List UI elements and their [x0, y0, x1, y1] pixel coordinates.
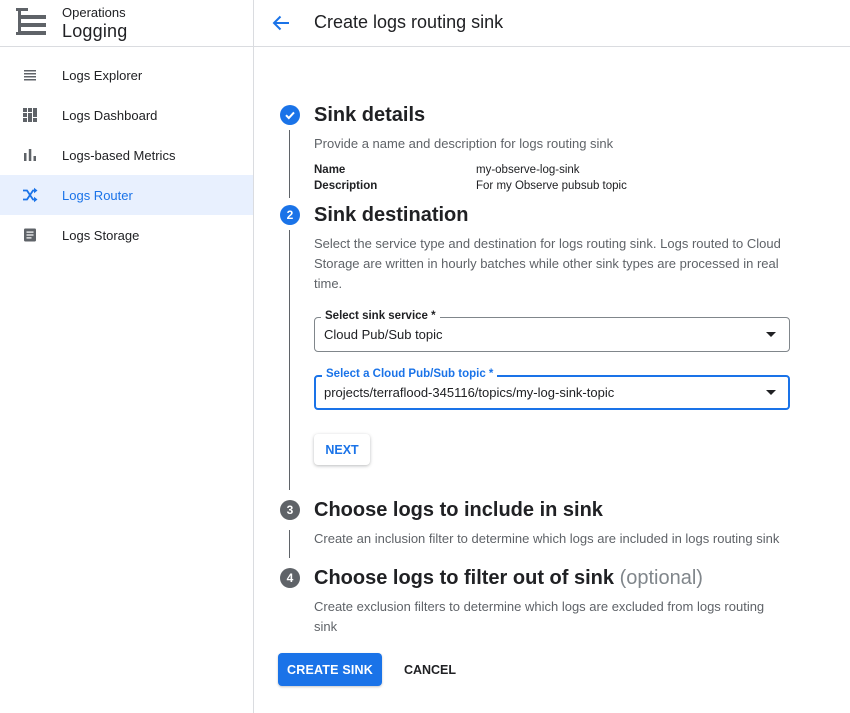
sidebar-item-logs-based-metrics[interactable]: Logs-based Metrics — [0, 135, 253, 175]
sink-service-label: Select sink service * — [321, 310, 440, 322]
step-1-title[interactable]: Sink details — [314, 104, 425, 127]
create-sink-button[interactable]: CREATE SINK — [278, 653, 382, 686]
sidebar-item-logs-explorer[interactable]: Logs Explorer — [0, 55, 253, 95]
step-4-title[interactable]: Choose logs to filter out of sink (optio… — [314, 567, 703, 590]
product-name: Operations — [62, 5, 126, 20]
dropdown-arrow-icon — [766, 390, 776, 395]
step-completed-check-icon[interactable] — [280, 105, 300, 125]
pubsub-topic-label: Select a Cloud Pub/Sub topic * — [322, 368, 498, 380]
step-connector — [289, 130, 290, 198]
page-title: Create logs routing sink — [314, 12, 504, 32]
sidebar-item-logs-storage[interactable]: Logs Storage — [0, 215, 253, 255]
logging-product-icon[interactable] — [16, 8, 46, 36]
list-icon — [24, 70, 36, 81]
step-1-description: Provide a name and description for logs … — [314, 136, 614, 151]
sidebar-item-label: Logs Router — [62, 187, 133, 203]
dashboard-icon — [23, 108, 37, 122]
step-2-title: Sink destination — [314, 204, 469, 226]
sidebar-item-label: Logs-based Metrics — [62, 147, 176, 163]
sidebar-item-label: Logs Storage — [62, 227, 140, 243]
arrow-back-icon[interactable] — [270, 12, 292, 34]
sidebar-header: Operations Logging — [0, 0, 253, 47]
cancel-button[interactable]: CANCEL — [394, 653, 466, 686]
step-3-title[interactable]: Choose logs to include in sink — [314, 499, 603, 522]
step-3-number: 3 — [280, 500, 300, 520]
name-label: Name — [314, 164, 346, 176]
pubsub-topic-value: projects/terraflood-345116/topics/my-log… — [324, 385, 615, 400]
sink-service-select[interactable]: Select sink service * Cloud Pub/Sub topi… — [314, 310, 790, 352]
optional-tag: (optional) — [619, 567, 703, 589]
step-4-description: Create exclusion filters to determine wh… — [314, 599, 765, 634]
dropdown-arrow-icon — [766, 332, 776, 337]
sidebar: Operations Logging Logs Explorer Logs Da… — [0, 0, 254, 713]
step-2-number: 2 — [280, 205, 300, 225]
page-header: Create logs routing sink — [254, 0, 850, 47]
shuffle-icon — [23, 187, 38, 203]
description-value: For my Observe pubsub topic — [476, 180, 627, 192]
step-3-description: Create an inclusion filter to determine … — [314, 531, 780, 546]
step-4-number: 4 — [280, 568, 300, 588]
name-value: my-observe-log-sink — [476, 164, 580, 176]
sidebar-item-label: Logs Explorer — [62, 67, 143, 83]
step-4-title-text: Choose logs to filter out of sink — [314, 567, 614, 589]
step-connector — [289, 230, 290, 490]
sink-service-value: Cloud Pub/Sub topic — [324, 327, 443, 342]
pubsub-topic-select[interactable]: Select a Cloud Pub/Sub topic * projects/… — [314, 368, 790, 410]
description-label: Description — [314, 180, 378, 192]
sidebar-item-logs-dashboard[interactable]: Logs Dashboard — [0, 95, 253, 135]
app-name: Logging — [62, 21, 128, 41]
step-connector — [289, 530, 290, 558]
storage-icon — [24, 228, 36, 242]
sidebar-item-label: Logs Dashboard — [62, 107, 158, 123]
bar-chart-icon — [24, 149, 36, 161]
next-button[interactable]: NEXT — [314, 434, 370, 465]
step-2-description: Select the service type and destination … — [314, 236, 781, 291]
sidebar-item-logs-router[interactable]: Logs Router — [0, 175, 253, 215]
